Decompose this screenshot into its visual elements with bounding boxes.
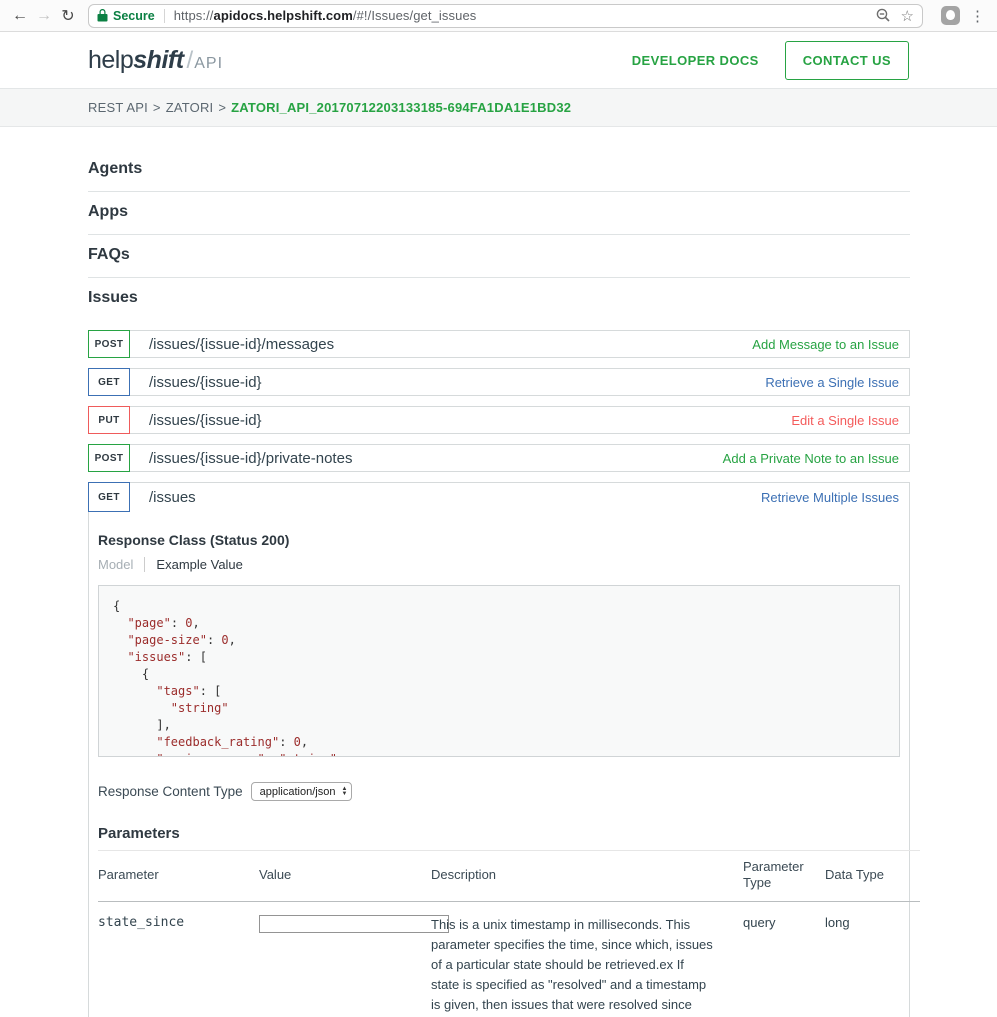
endpoint-summary-link[interactable]: Add Message to an Issue	[752, 331, 909, 357]
refresh-button[interactable]: ↻	[56, 6, 80, 26]
endpoint-get-issues-expanded: GET /issues Retrieve Multiple Issues Res…	[88, 482, 910, 1017]
table-header-row: Parameter Value Description Parameter Ty…	[98, 851, 920, 902]
breadcrumb-current: ZATORI_API_20170712203133185-694FA1DA1E1…	[231, 100, 571, 115]
select-arrows-icon: ▲▼	[341, 787, 347, 797]
secure-label: Secure	[113, 9, 155, 23]
back-button[interactable]: ←	[8, 7, 32, 25]
breadcrumb-item-zatori[interactable]: ZATORI	[166, 100, 214, 115]
endpoint-get-issues-header[interactable]: GET /issues Retrieve Multiple Issues	[89, 483, 909, 511]
endpoint-post-private-notes[interactable]: POST /issues/{issue-id}/private-notes Ad…	[88, 444, 910, 472]
browser-toolbar: ← → ↻ Secure https://apidocs.helpshift.c…	[0, 0, 997, 32]
response-content-type-select[interactable]: application/json ▲▼	[251, 782, 353, 801]
omnibox-divider	[164, 9, 165, 23]
forward-button[interactable]: →	[32, 7, 56, 25]
method-badge: POST	[88, 330, 130, 358]
section-faqs[interactable]: FAQs	[88, 235, 910, 278]
browser-menu-icon[interactable]: ⋮	[970, 7, 985, 25]
endpoint-path: /issues/{issue-id}	[149, 369, 765, 395]
parameters-table: Parameter Value Description Parameter Ty…	[98, 850, 920, 1017]
breadcrumb-separator: >	[218, 100, 226, 115]
tab-example-value[interactable]: Example Value	[145, 557, 242, 572]
address-bar[interactable]: Secure https://apidocs.helpshift.com/#!/…	[88, 4, 923, 28]
url-text[interactable]: https://apidocs.helpshift.com/#!/Issues/…	[174, 8, 477, 23]
endpoint-post-messages[interactable]: POST /issues/{issue-id}/messages Add Mes…	[88, 330, 910, 358]
method-badge: GET	[88, 482, 130, 512]
response-tabs: Model Example Value	[98, 557, 900, 572]
method-badge: POST	[88, 444, 130, 472]
breadcrumb: REST API > ZATORI > ZATORI_API_201707122…	[0, 89, 997, 127]
parameter-type: query	[743, 901, 825, 1017]
endpoint-summary-link[interactable]: Retrieve a Single Issue	[765, 369, 909, 395]
breadcrumb-separator: >	[153, 100, 161, 115]
main-content: Agents Apps FAQs Issues POST /issues/{is…	[88, 127, 910, 1017]
extension-icon[interactable]	[941, 6, 960, 25]
endpoint-summary-link[interactable]: Edit a Single Issue	[791, 407, 909, 433]
data-type: long	[825, 901, 920, 1017]
section-apps[interactable]: Apps	[88, 192, 910, 235]
endpoint-get-single-issue[interactable]: GET /issues/{issue-id} Retrieve a Single…	[88, 368, 910, 396]
section-issues[interactable]: Issues	[88, 278, 910, 320]
breadcrumb-item-rest-api[interactable]: REST API	[88, 100, 148, 115]
tab-model[interactable]: Model	[98, 557, 145, 572]
col-header-value: Value	[259, 851, 431, 902]
parameters-title: Parameters	[98, 825, 900, 842]
response-content-type-label: Response Content Type	[98, 784, 243, 799]
example-json-block: { "page": 0, "page-size": 0, "issues": […	[98, 585, 900, 757]
parameter-description: This is a unix timestamp in milliseconds…	[431, 901, 743, 1017]
col-header-parameter: Parameter	[98, 851, 259, 902]
state-since-input[interactable]	[259, 915, 449, 933]
zoom-out-icon[interactable]	[876, 8, 891, 23]
section-agents[interactable]: Agents	[88, 149, 910, 192]
endpoint-summary-link[interactable]: Retrieve Multiple Issues	[761, 483, 909, 511]
endpoint-path: /issues/{issue-id}	[149, 407, 791, 433]
endpoint-path: /issues/{issue-id}/messages	[149, 331, 752, 357]
endpoint-path: /issues/{issue-id}/private-notes	[149, 445, 723, 471]
col-header-description: Description	[431, 851, 743, 902]
col-header-data-type: Data Type	[825, 851, 920, 902]
contact-us-button[interactable]: CONTACT US	[785, 41, 909, 80]
col-header-parameter-type: Parameter Type	[743, 851, 825, 902]
endpoint-path: /issues	[149, 483, 761, 511]
helpshift-logo[interactable]: helpshift/API	[88, 46, 223, 75]
site-header: helpshift/API DEVELOPER DOCS CONTACT US	[0, 32, 997, 89]
endpoint-summary-link[interactable]: Add a Private Note to an Issue	[723, 445, 909, 471]
endpoint-details-panel: Response Class (Status 200) Model Exampl…	[89, 532, 909, 1017]
response-class-title: Response Class (Status 200)	[98, 532, 900, 548]
endpoint-put-single-issue[interactable]: PUT /issues/{issue-id} Edit a Single Iss…	[88, 406, 910, 434]
lock-icon	[97, 9, 108, 22]
bookmark-star-icon[interactable]: ☆	[901, 7, 914, 25]
parameter-name: state_since	[98, 901, 259, 1017]
example-json: { "page": 0, "page-size": 0, "issues": […	[113, 599, 344, 757]
developer-docs-link[interactable]: DEVELOPER DOCS	[632, 53, 759, 68]
table-row-state-since: state_since This is a unix timestamp in …	[98, 901, 920, 1017]
method-badge: GET	[88, 368, 130, 396]
method-badge: PUT	[88, 406, 130, 434]
